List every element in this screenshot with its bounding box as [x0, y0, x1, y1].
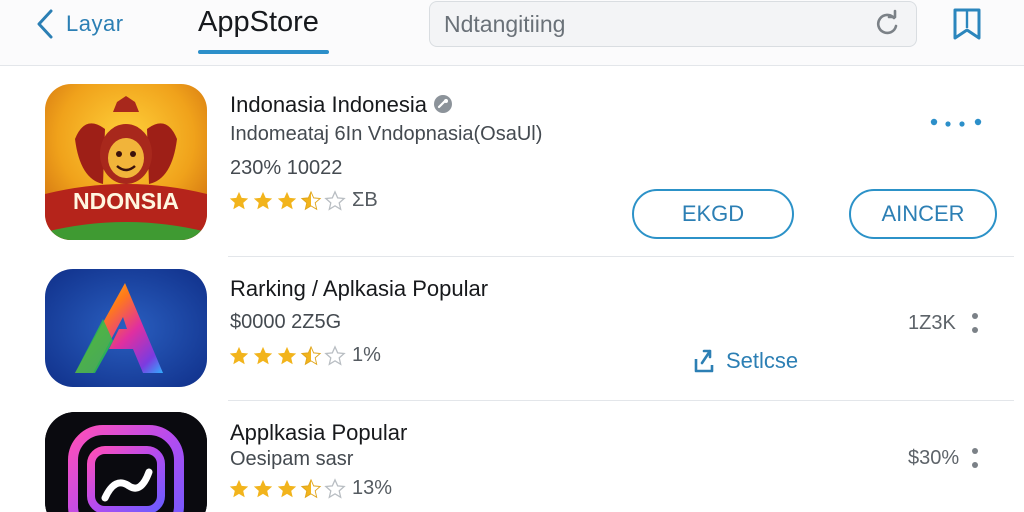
star-full-icon — [229, 346, 249, 364]
star-empty-icon — [324, 344, 346, 366]
star-rating: ΣΒ — [228, 189, 378, 212]
rating-count: 1% — [352, 344, 381, 366]
star-full-icon — [277, 191, 297, 209]
app-header: Layar AppStore Ndtangitiing — [0, 0, 1024, 66]
list-item[interactable]: Rarking / Aplkasia Popular $0000 2Z5G 1%… — [0, 257, 1024, 399]
rating-count: ΣΒ — [352, 189, 378, 211]
share-label: Setlcse — [726, 348, 799, 373]
star-full-icon — [229, 191, 249, 209]
app-name[interactable]: Applkasia Popular — [230, 420, 407, 446]
chevron-left-icon — [37, 9, 53, 39]
more-vertical-dots-icon[interactable] — [970, 446, 980, 470]
app-subtitle: $0000 2Z5G — [230, 311, 342, 333]
refresh-icon[interactable] — [872, 9, 902, 39]
list-item[interactable]: NDONSIA Indonasia Indonesia Indomeataj 6… — [0, 66, 1024, 256]
get-button[interactable]: EKGD — [632, 189, 794, 239]
star-half-icon — [300, 345, 322, 365]
bookmark-icon[interactable] — [948, 4, 986, 44]
back-label: Layar — [66, 11, 124, 36]
share-icon — [694, 349, 714, 373]
star-rating: 13% — [228, 477, 392, 500]
star-full-icon — [253, 191, 273, 209]
download-metric: 1Z3K — [908, 312, 956, 334]
download-metric: $30% — [908, 447, 960, 469]
search-input[interactable]: Ndtangitiing — [444, 11, 872, 38]
open-button[interactable]: AINCER — [849, 189, 997, 239]
share-button[interactable]: Setlcse — [690, 347, 798, 375]
star-full-icon — [229, 479, 249, 497]
app-name[interactable]: Indonasia Indonesia — [230, 92, 453, 118]
star-empty-icon — [324, 477, 346, 499]
star-half-icon — [300, 478, 322, 498]
back-button[interactable]: Layar — [34, 6, 124, 42]
app-icon-wordmark: NDONSIA — [72, 188, 180, 214]
star-half-icon — [300, 190, 322, 210]
tab-appstore[interactable]: AppStore — [198, 6, 319, 39]
more-vertical-dots-icon[interactable] — [970, 311, 980, 335]
app-icon-indonesia[interactable]: NDONSIA — [45, 84, 207, 240]
star-empty-icon — [324, 189, 346, 211]
app-subtitle: Indomeataj 6In Vndopnasia(OsaUl) — [230, 123, 543, 145]
active-tab-indicator — [198, 50, 329, 54]
verified-badge-icon — [433, 95, 452, 113]
star-rating: 1% — [228, 344, 381, 367]
app-icon-ranking[interactable] — [45, 269, 207, 387]
rating-count: 13% — [352, 477, 393, 499]
more-horizontal-dots-icon[interactable] — [926, 110, 986, 134]
app-subtitle: Oesipam sasr — [230, 448, 354, 470]
star-full-icon — [277, 479, 297, 497]
star-full-icon — [253, 346, 273, 364]
app-icon-popular[interactable] — [45, 412, 207, 512]
star-full-icon — [253, 479, 273, 497]
star-full-icon — [277, 346, 297, 364]
app-name[interactable]: Rarking / Aplkasia Popular — [230, 276, 488, 302]
search-bar[interactable]: Ndtangitiing — [429, 1, 917, 47]
list-item[interactable]: Applkasia Popular Oesipam sasr 13% $30% — [0, 401, 1024, 512]
app-stats: 230% 10022 — [230, 157, 343, 179]
